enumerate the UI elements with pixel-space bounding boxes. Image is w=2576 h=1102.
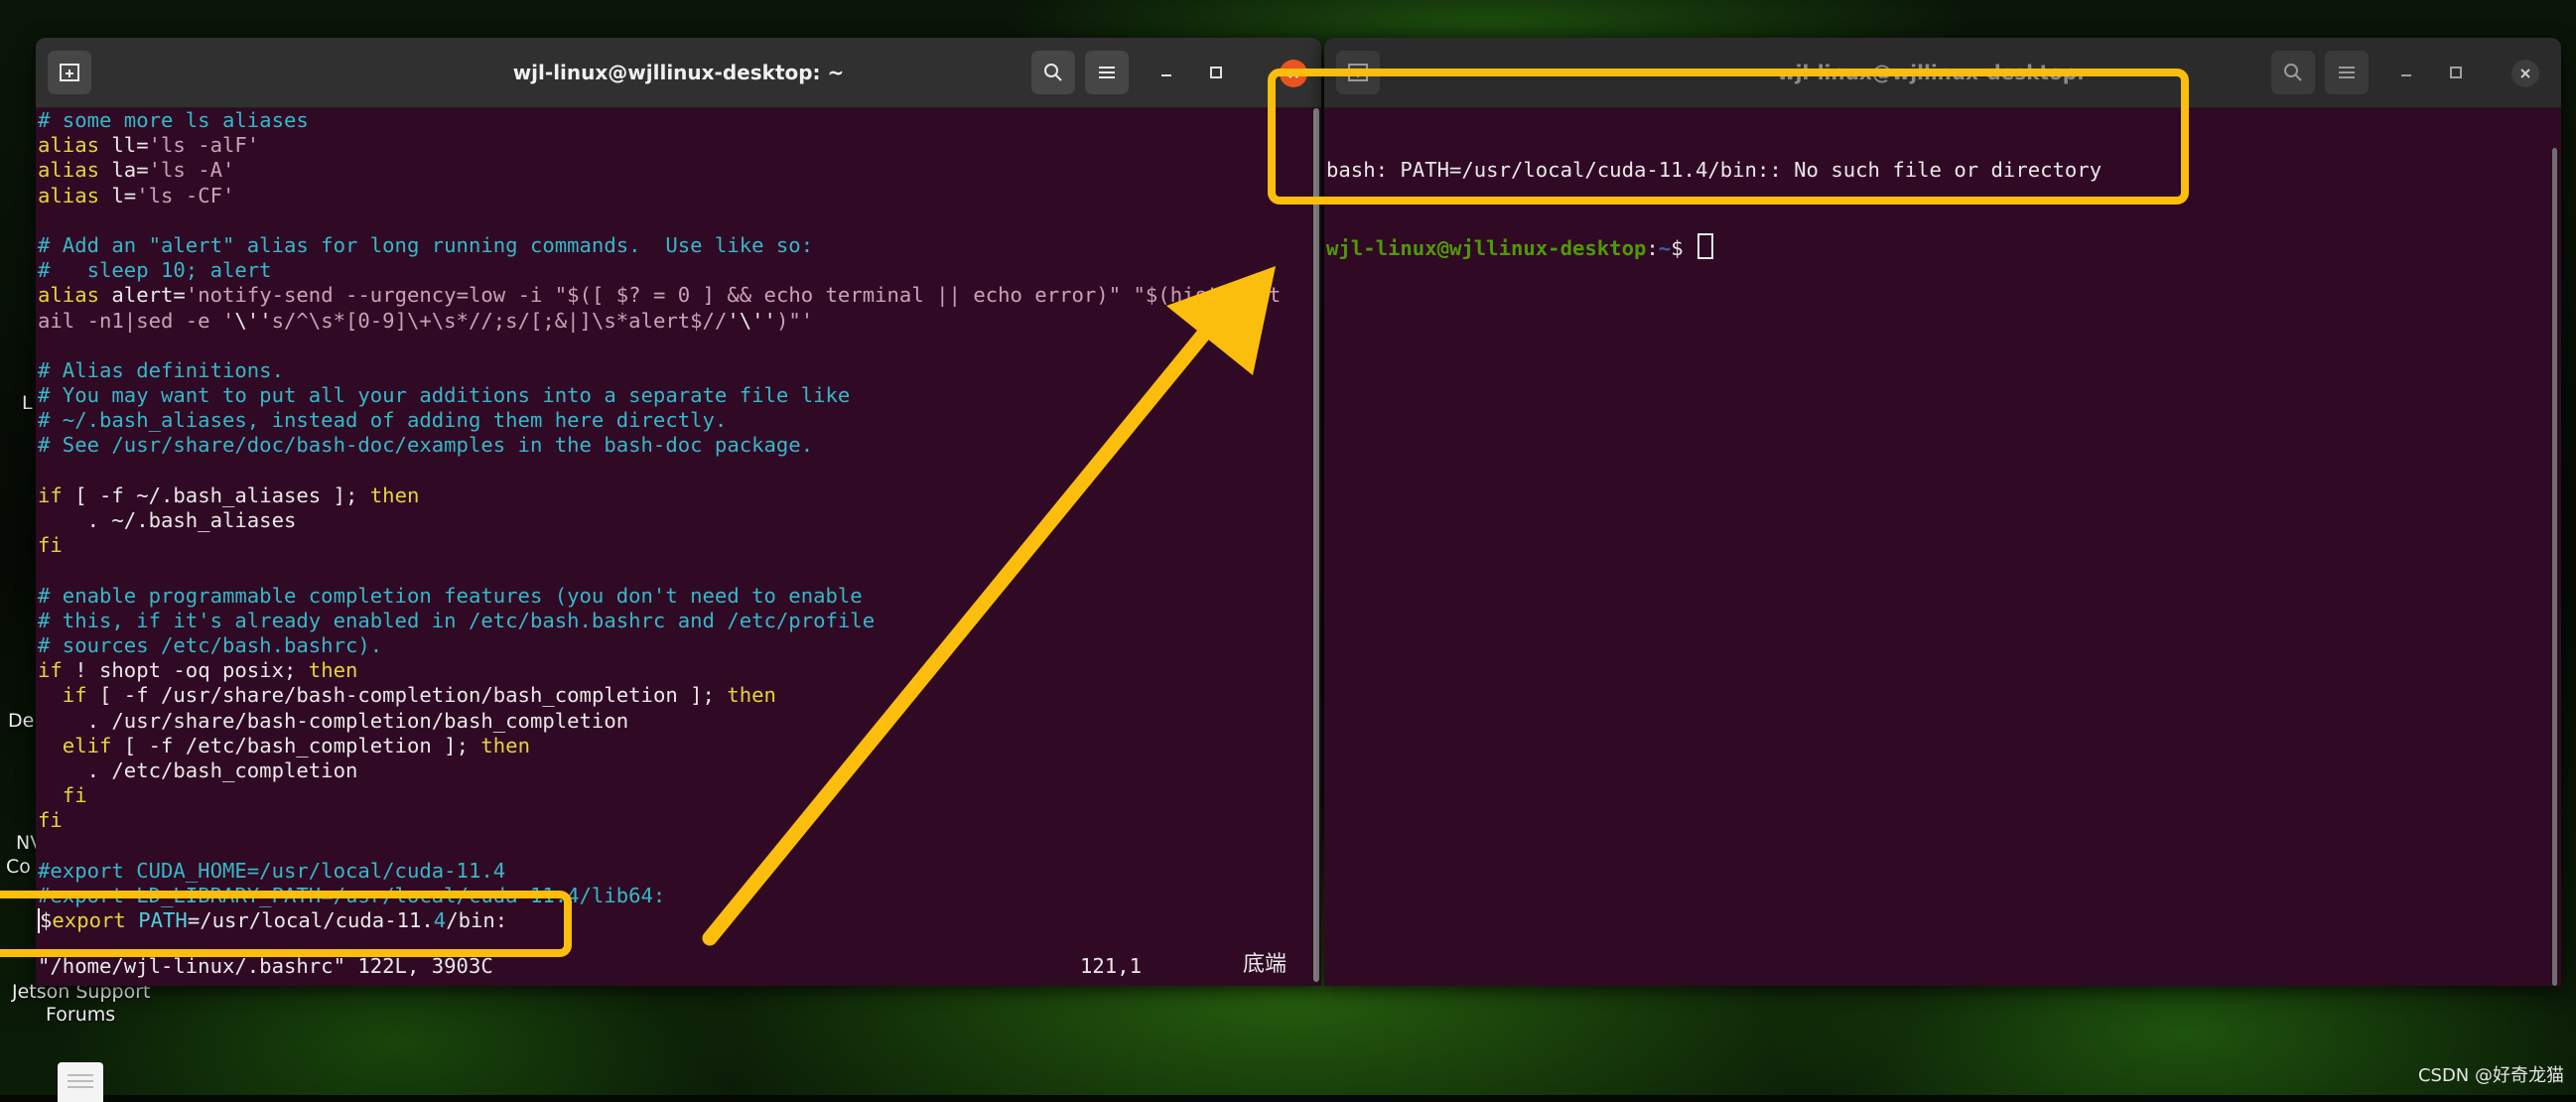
watermark: CSDN @好奇龙猫 <box>2417 1065 2564 1086</box>
annotation-arrow <box>702 266 1276 946</box>
